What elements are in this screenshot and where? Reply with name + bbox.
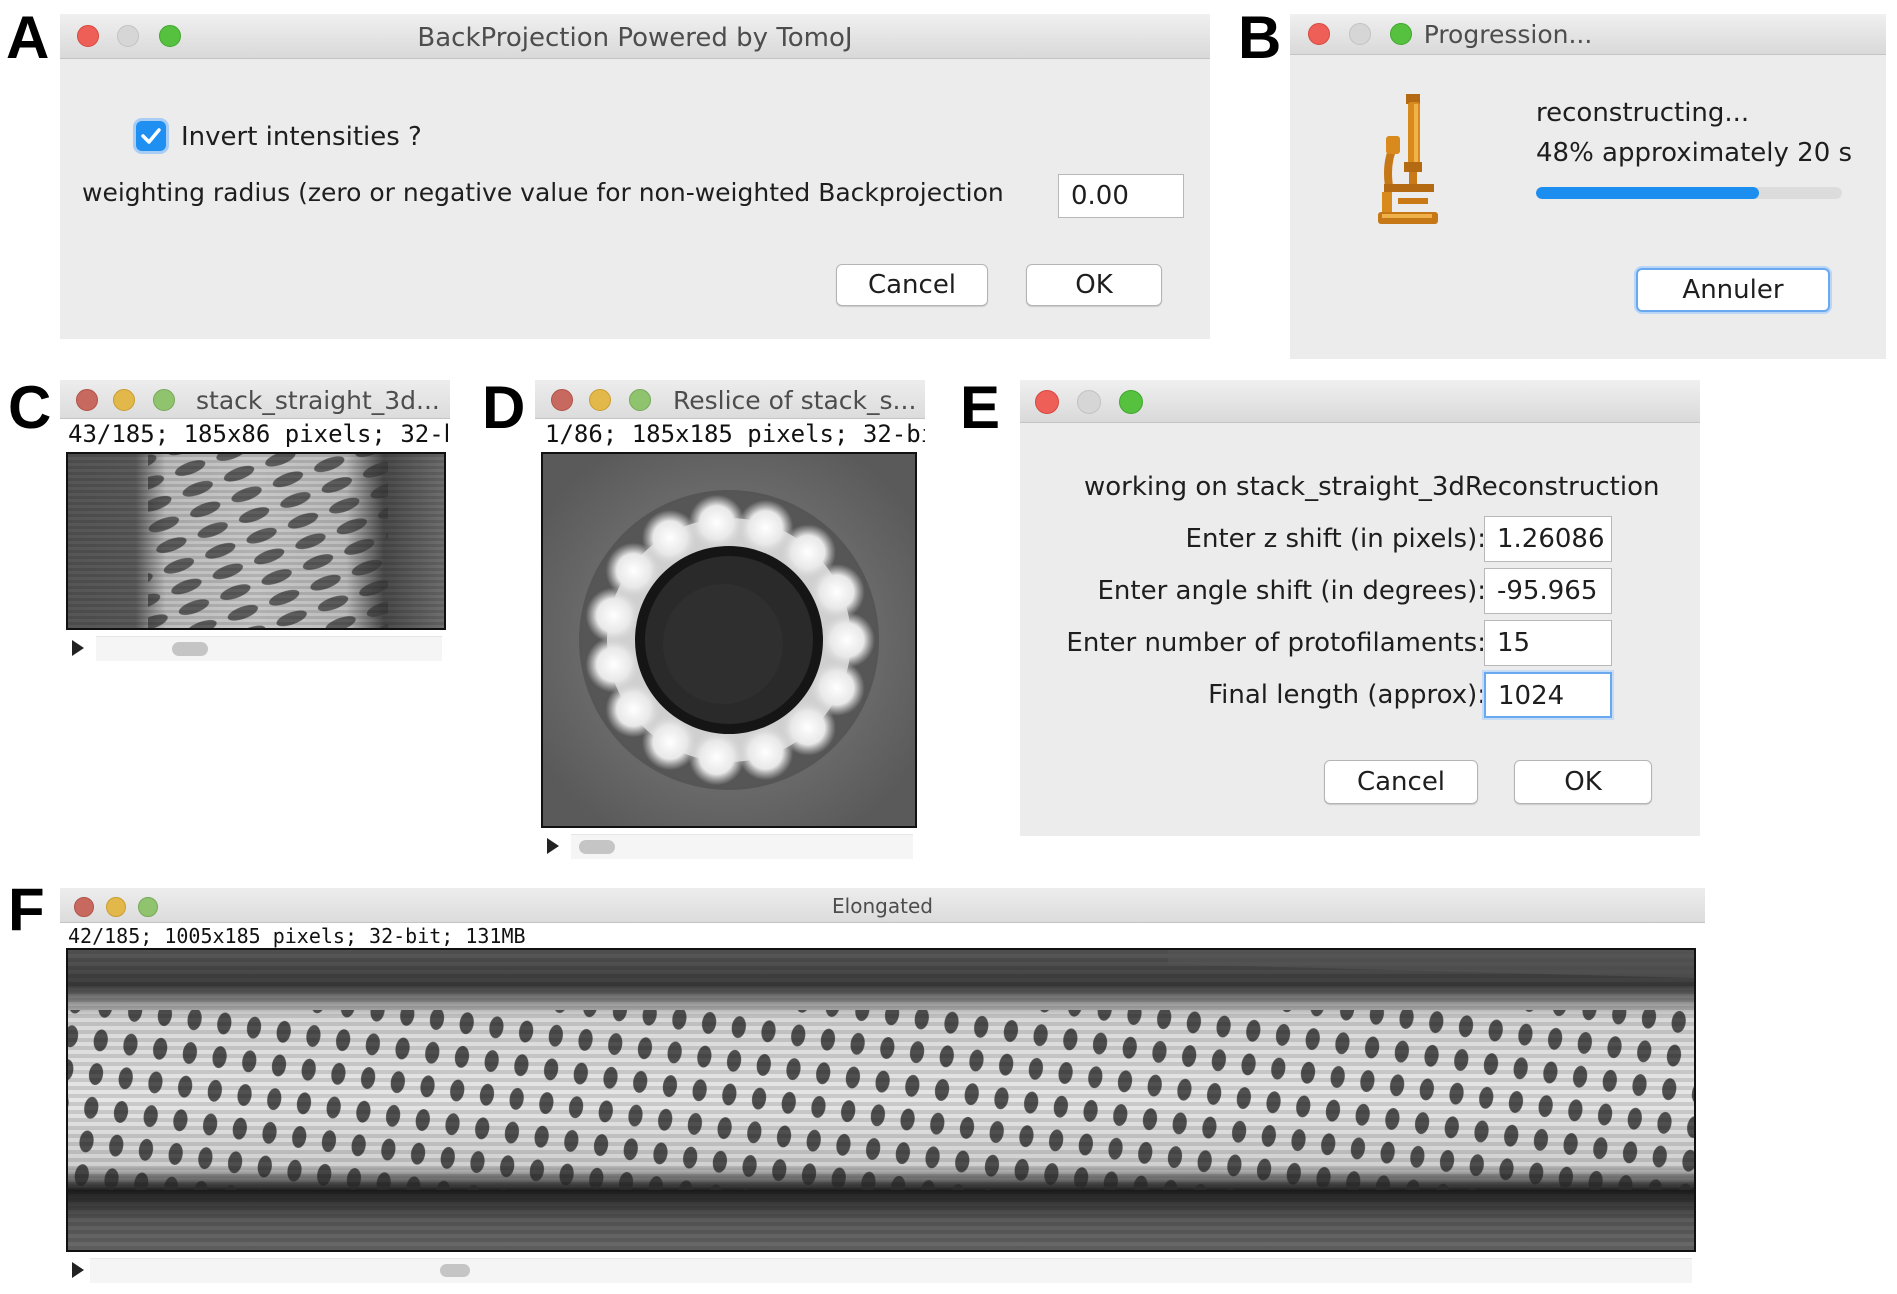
window-title: Progression... bbox=[1423, 20, 1593, 49]
final-length-label: Final length (approx): bbox=[1208, 680, 1486, 710]
play-icon[interactable] bbox=[72, 1262, 84, 1278]
window-title: BackProjection Powered by TomoJ bbox=[417, 23, 853, 53]
progress-fill bbox=[1536, 187, 1760, 199]
elongate-dialog: working on stack_straight_3dReconstructi… bbox=[1020, 380, 1700, 836]
subunit-blob bbox=[819, 612, 875, 668]
image-canvas[interactable] bbox=[66, 948, 1696, 1252]
final-length-input[interactable]: 1024 bbox=[1484, 672, 1612, 718]
minimize-button[interactable] bbox=[589, 389, 611, 411]
zoom-button[interactable] bbox=[629, 389, 651, 411]
subunit-blob bbox=[585, 636, 642, 693]
weighting-radius-label: weighting radius (zero or negative value… bbox=[82, 178, 1004, 207]
panel-label-a: A bbox=[6, 4, 50, 71]
panel-label-d: D bbox=[482, 374, 526, 441]
cancel-button[interactable]: Cancel bbox=[836, 264, 988, 306]
angle-shift-input[interactable]: -95.965 bbox=[1484, 568, 1612, 614]
weighting-radius-input[interactable]: 0.00 bbox=[1058, 174, 1184, 218]
status-line-2: 48% approximately 20 s bbox=[1536, 138, 1852, 168]
close-button[interactable] bbox=[551, 389, 573, 411]
window-title: stack_straight_3d... bbox=[196, 386, 440, 415]
microscope-icon bbox=[1376, 92, 1440, 226]
image-info: 43/185; 185x86 pixels; 32-bit bbox=[68, 420, 448, 448]
scroll-track[interactable] bbox=[96, 636, 442, 661]
invert-intensities-label: Invert intensities ? bbox=[181, 122, 422, 152]
working-on-heading: working on stack_straight_3dReconstructi… bbox=[1084, 472, 1660, 502]
annuler-button[interactable]: Annuler bbox=[1636, 268, 1830, 312]
slice-scrollbar[interactable] bbox=[66, 1258, 1692, 1283]
scroll-track[interactable] bbox=[90, 1258, 1692, 1283]
slice-scrollbar[interactable] bbox=[541, 834, 913, 859]
zoom-button[interactable] bbox=[153, 389, 175, 411]
subunit-blob bbox=[688, 494, 745, 551]
cancel-button[interactable]: Cancel bbox=[1324, 760, 1478, 804]
angle-shift-label: Enter angle shift (in degrees): bbox=[1097, 576, 1486, 606]
titlebar: Reslice of stack_s... bbox=[535, 380, 925, 419]
window-title: Reslice of stack_s... bbox=[673, 386, 917, 415]
subunit-blob bbox=[737, 724, 794, 781]
ok-button[interactable]: OK bbox=[1026, 264, 1162, 306]
scroll-thumb[interactable] bbox=[579, 840, 615, 854]
image-canvas[interactable] bbox=[66, 452, 446, 630]
scroll-thumb[interactable] bbox=[172, 642, 208, 656]
protofilaments-input[interactable]: 15 bbox=[1484, 620, 1612, 666]
titlebar: BackProjection Powered by TomoJ bbox=[60, 14, 1210, 59]
status-line-1: reconstructing... bbox=[1536, 98, 1750, 128]
minimize-button[interactable] bbox=[113, 389, 135, 411]
titlebar: Elongated bbox=[60, 888, 1705, 923]
protofilaments-label: Enter number of protofilaments: bbox=[1066, 628, 1486, 658]
scroll-thumb[interactable] bbox=[440, 1264, 470, 1277]
scroll-track[interactable] bbox=[571, 834, 913, 859]
progression-dialog: Progression... reconstructing... 48% app… bbox=[1290, 14, 1886, 359]
z-shift-input[interactable]: 1.26086 bbox=[1484, 516, 1612, 562]
elongated-image-window: Elongated 42/185; 1005x185 pixels; 32-bi… bbox=[60, 888, 1705, 1288]
close-button[interactable] bbox=[1035, 390, 1059, 414]
titlebar bbox=[1020, 380, 1700, 423]
panel-label-c: C bbox=[8, 374, 52, 441]
panel-label-f: F bbox=[8, 876, 45, 943]
stack-image-window: stack_straight_3d... 43/185; 185x86 pixe… bbox=[60, 380, 450, 665]
reslice-image-window: Reslice of stack_s... 1/86; 185x185 pixe… bbox=[535, 380, 925, 870]
minimize-button[interactable] bbox=[1077, 390, 1101, 414]
invert-intensities-checkbox[interactable] bbox=[136, 121, 166, 151]
image-info: 1/86; 185x185 pixels; 32-bit; bbox=[545, 420, 925, 448]
slice-scrollbar[interactable] bbox=[66, 636, 442, 661]
image-canvas[interactable] bbox=[541, 452, 917, 828]
z-shift-label: Enter z shift (in pixels): bbox=[1185, 524, 1486, 554]
progress-bar bbox=[1536, 187, 1842, 199]
ok-button[interactable]: OK bbox=[1514, 760, 1652, 804]
titlebar: stack_straight_3d... bbox=[60, 380, 450, 419]
close-button[interactable] bbox=[76, 389, 98, 411]
zoom-button[interactable] bbox=[1119, 390, 1143, 414]
backprojection-dialog: BackProjection Powered by TomoJ Invert i… bbox=[60, 14, 1210, 339]
panel-label-e: E bbox=[960, 374, 1001, 441]
play-icon[interactable] bbox=[547, 838, 559, 854]
checkmark-icon bbox=[141, 128, 161, 144]
image-info: 42/185; 1005x185 pixels; 32-bit; 131MB bbox=[68, 924, 526, 948]
titlebar: Progression... bbox=[1290, 14, 1886, 55]
window-title: Elongated bbox=[832, 894, 933, 918]
play-icon[interactable] bbox=[72, 640, 84, 656]
